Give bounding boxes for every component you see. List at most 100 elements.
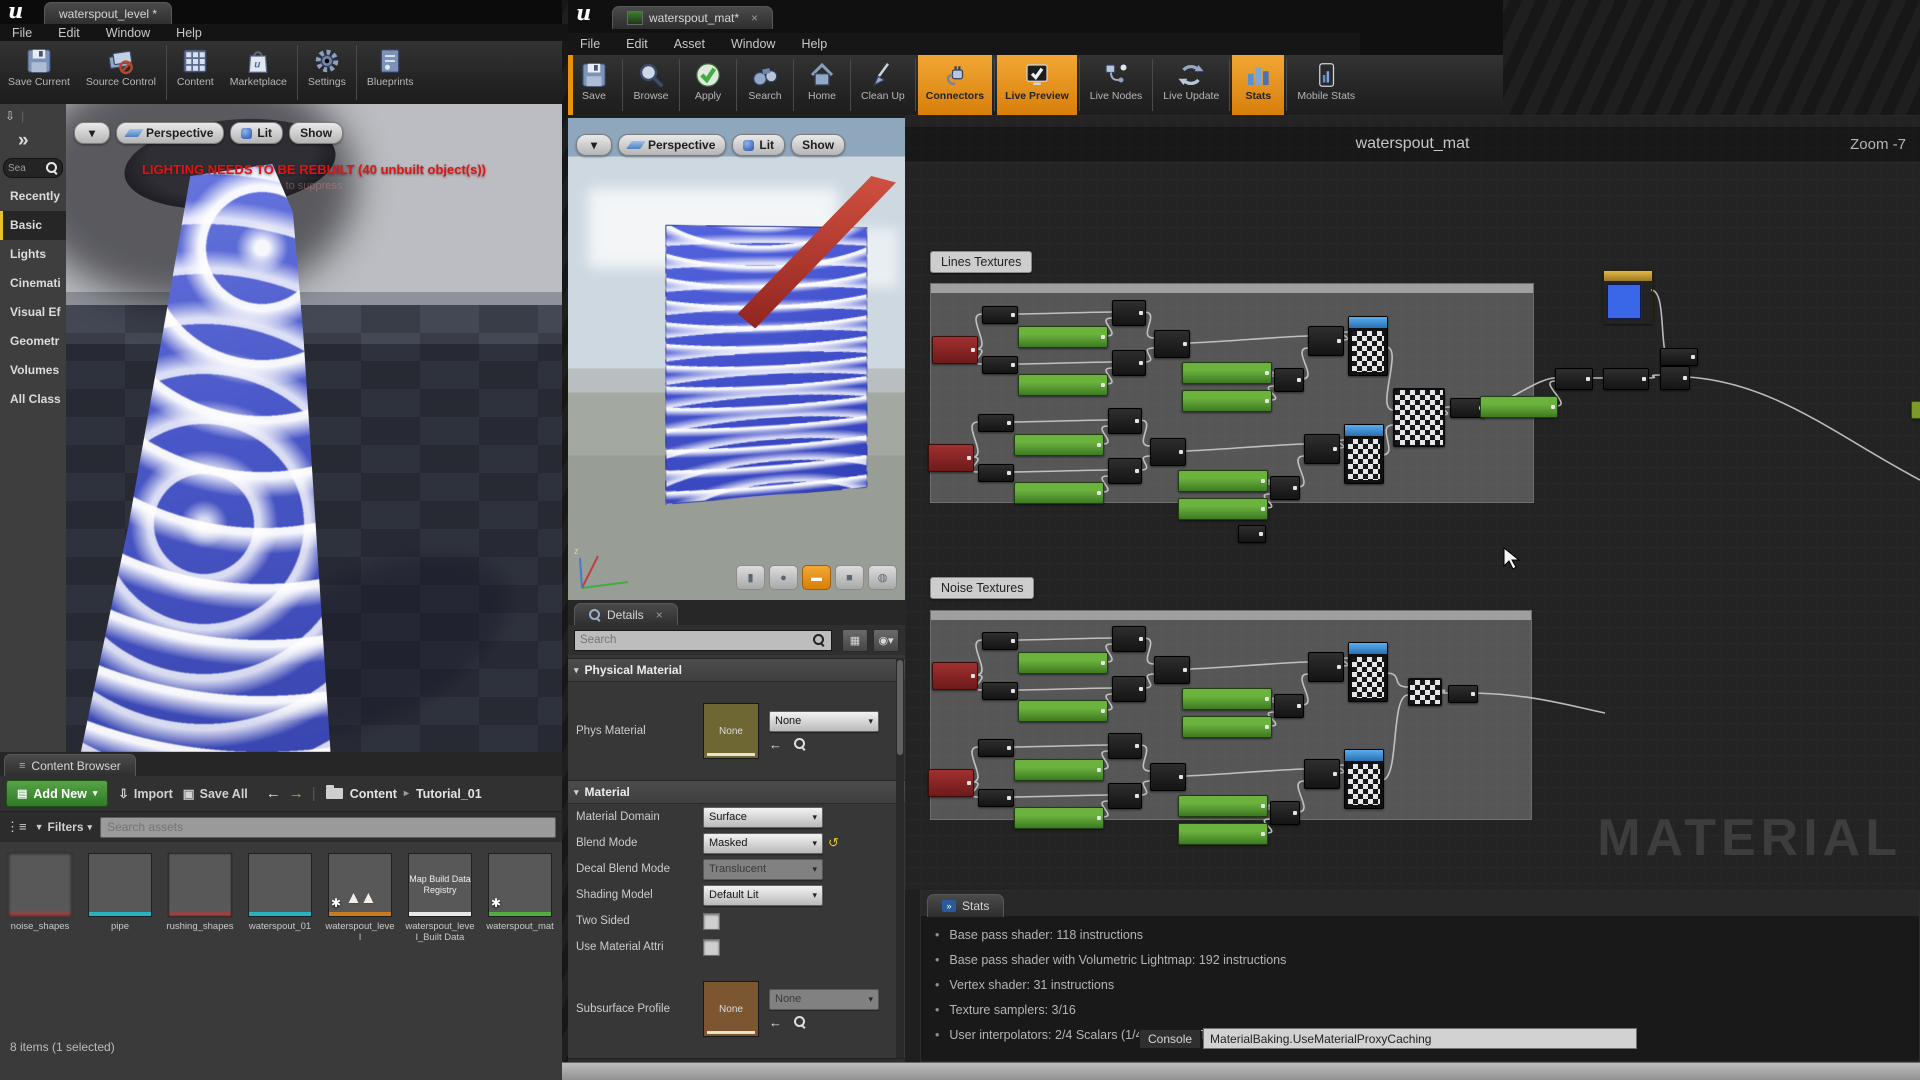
section-expand-icon[interactable]: ▾ <box>574 787 579 798</box>
sidebar-item-basic[interactable]: Basic <box>0 211 66 240</box>
material-node[interactable] <box>1182 688 1272 710</box>
material-node[interactable] <box>1348 316 1388 376</box>
material-node[interactable] <box>1448 685 1478 703</box>
material-node[interactable] <box>1182 362 1272 384</box>
dropdown-default-lit[interactable]: Default Lit▾ <box>703 885 823 906</box>
menu-edit[interactable]: Edit <box>626 37 648 51</box>
material-node[interactable] <box>1660 348 1698 366</box>
preview-plane-mesh[interactable] <box>665 225 867 505</box>
content-browser-tab[interactable]: ≡ Content Browser <box>4 754 136 777</box>
material-node[interactable] <box>1112 676 1146 702</box>
material-node[interactable] <box>978 414 1014 432</box>
material-node[interactable] <box>1014 759 1104 781</box>
material-node[interactable] <box>1182 716 1272 738</box>
dropdown-none[interactable]: None▾ <box>769 711 879 732</box>
close-icon[interactable]: × <box>751 11 758 25</box>
toolbar-mobile-stats-button[interactable]: Mobile Stats <box>1289 55 1363 115</box>
forward-button[interactable]: → <box>289 785 304 802</box>
material-node[interactable] <box>1480 396 1558 418</box>
material-node[interactable] <box>982 356 1018 374</box>
toolbar-clean-up-button[interactable]: Clean Up <box>853 55 913 115</box>
viewport-options-dropdown[interactable]: ▾ <box>576 134 612 156</box>
material-node[interactable] <box>1304 434 1340 464</box>
asset-tile[interactable]: rushing_shapes <box>162 850 238 1009</box>
menu-window[interactable]: Window <box>106 26 150 40</box>
material-node[interactable] <box>1393 388 1445 447</box>
material-node[interactable] <box>1108 458 1142 484</box>
asset-tile[interactable]: ▲▲✱waterspout_level <box>322 850 398 1009</box>
sidebar-item-all-class[interactable]: All Class <box>0 385 66 414</box>
toolbar-browse-button[interactable]: Browse <box>625 55 677 115</box>
viewport-lit-button[interactable]: Lit <box>732 134 785 156</box>
sidebar-item-cinemati[interactable]: Cinemati <box>0 269 66 298</box>
preview-shape-plane-button[interactable]: ▬ <box>802 565 831 590</box>
menu-help[interactable]: Help <box>801 37 827 51</box>
material-preview-viewport[interactable]: ▾PerspectiveLitShow ▮●▬■◍ z <box>568 118 905 600</box>
asset-reference-thumbnail[interactable]: None <box>703 981 759 1037</box>
material-node[interactable] <box>1274 694 1304 718</box>
material-node[interactable] <box>1018 652 1108 674</box>
level-tab[interactable]: waterspout_level * <box>44 2 172 25</box>
asset-tile[interactable]: pipe <box>82 850 158 1009</box>
material-node[interactable] <box>1154 330 1190 358</box>
use-selected-icon[interactable]: ← <box>769 1015 782 1030</box>
browse-to-icon[interactable] <box>794 1016 806 1028</box>
material-node[interactable] <box>1178 795 1268 817</box>
viewport-lit-button[interactable]: Lit <box>230 122 283 144</box>
menu-window[interactable]: Window <box>731 37 775 51</box>
menu-asset[interactable]: Asset <box>674 37 705 51</box>
material-node[interactable] <box>1911 401 1920 419</box>
reset-to-default-icon[interactable]: ↺ <box>828 835 839 851</box>
toolbar-connectors-button[interactable]: Connectors <box>918 55 992 115</box>
menu-help[interactable]: Help <box>176 26 202 40</box>
toolbar-stats-button[interactable]: Stats <box>1232 55 1284 115</box>
preview-shape-cube-button[interactable]: ■ <box>835 565 864 590</box>
material-node[interactable] <box>1308 652 1344 682</box>
place-actors-drop-icon[interactable]: ⇩ <box>5 109 15 123</box>
sidebar-item-geometr[interactable]: Geometr <box>0 327 66 356</box>
section-expand-icon[interactable]: ▾ <box>574 665 579 676</box>
material-node[interactable] <box>1344 749 1384 809</box>
material-node[interactable] <box>982 306 1018 324</box>
viewport-show-button[interactable]: Show <box>289 122 343 144</box>
material-node-graph[interactable]: MATERIAL Lines TexturesNoise Textures wa… <box>905 115 1920 890</box>
material-node[interactable] <box>932 336 978 364</box>
checkbox-use-material-attri[interactable] <box>703 939 720 956</box>
material-node[interactable] <box>1014 482 1104 504</box>
details-tab[interactable]: Details × <box>574 603 678 626</box>
browse-to-icon[interactable] <box>794 738 806 750</box>
material-node[interactable] <box>1112 350 1146 376</box>
toolbar-blueprints-button[interactable]: Blueprints <box>359 41 422 104</box>
details-search-input[interactable] <box>574 630 832 651</box>
material-node[interactable] <box>1178 823 1268 845</box>
viewport-perspective-button[interactable]: Perspective <box>116 122 224 144</box>
material-node[interactable] <box>1238 525 1266 543</box>
material-node[interactable] <box>1018 374 1108 396</box>
toolbar-marketplace-button[interactable]: uMarketplace <box>222 41 295 104</box>
place-actors-search[interactable]: Sea <box>3 158 63 178</box>
toolbar-source-control-button[interactable]: Source Control <box>78 41 164 104</box>
material-node[interactable] <box>1018 326 1108 348</box>
material-node[interactable] <box>1308 326 1344 356</box>
material-node[interactable] <box>1603 270 1653 324</box>
material-node[interactable] <box>1154 656 1190 684</box>
toolbar-home-button[interactable]: Home <box>796 55 848 115</box>
viewport-options-dropdown[interactable]: ▾ <box>74 122 110 144</box>
sidebar-item-volumes[interactable]: Volumes <box>0 356 66 385</box>
asset-reference-thumbnail[interactable]: None <box>703 703 759 759</box>
material-node[interactable] <box>1344 424 1384 484</box>
material-node[interactable] <box>978 464 1014 482</box>
toolbar-content-button[interactable]: Content <box>169 41 222 104</box>
dropdown-masked[interactable]: Masked▾ <box>703 833 823 854</box>
preview-shape-cylinder-button[interactable]: ▮ <box>736 565 765 590</box>
asset-tile[interactable]: Map Build Data Registrywaterspout_level_… <box>402 850 478 1009</box>
toolbar-save-button[interactable]: Save <box>568 55 620 115</box>
filters-button[interactable]: ▼ Filters ▾ <box>35 820 92 834</box>
dropdown-surface[interactable]: Surface▾ <box>703 807 823 828</box>
grid-view-icon[interactable]: ▦ <box>842 629 868 652</box>
material-node[interactable] <box>1178 470 1268 492</box>
material-node[interactable] <box>1014 434 1104 456</box>
material-node[interactable] <box>1150 438 1186 466</box>
sidebar-item-recently[interactable]: Recently <box>0 182 66 211</box>
import-button[interactable]: ⇩ Import <box>118 786 172 801</box>
